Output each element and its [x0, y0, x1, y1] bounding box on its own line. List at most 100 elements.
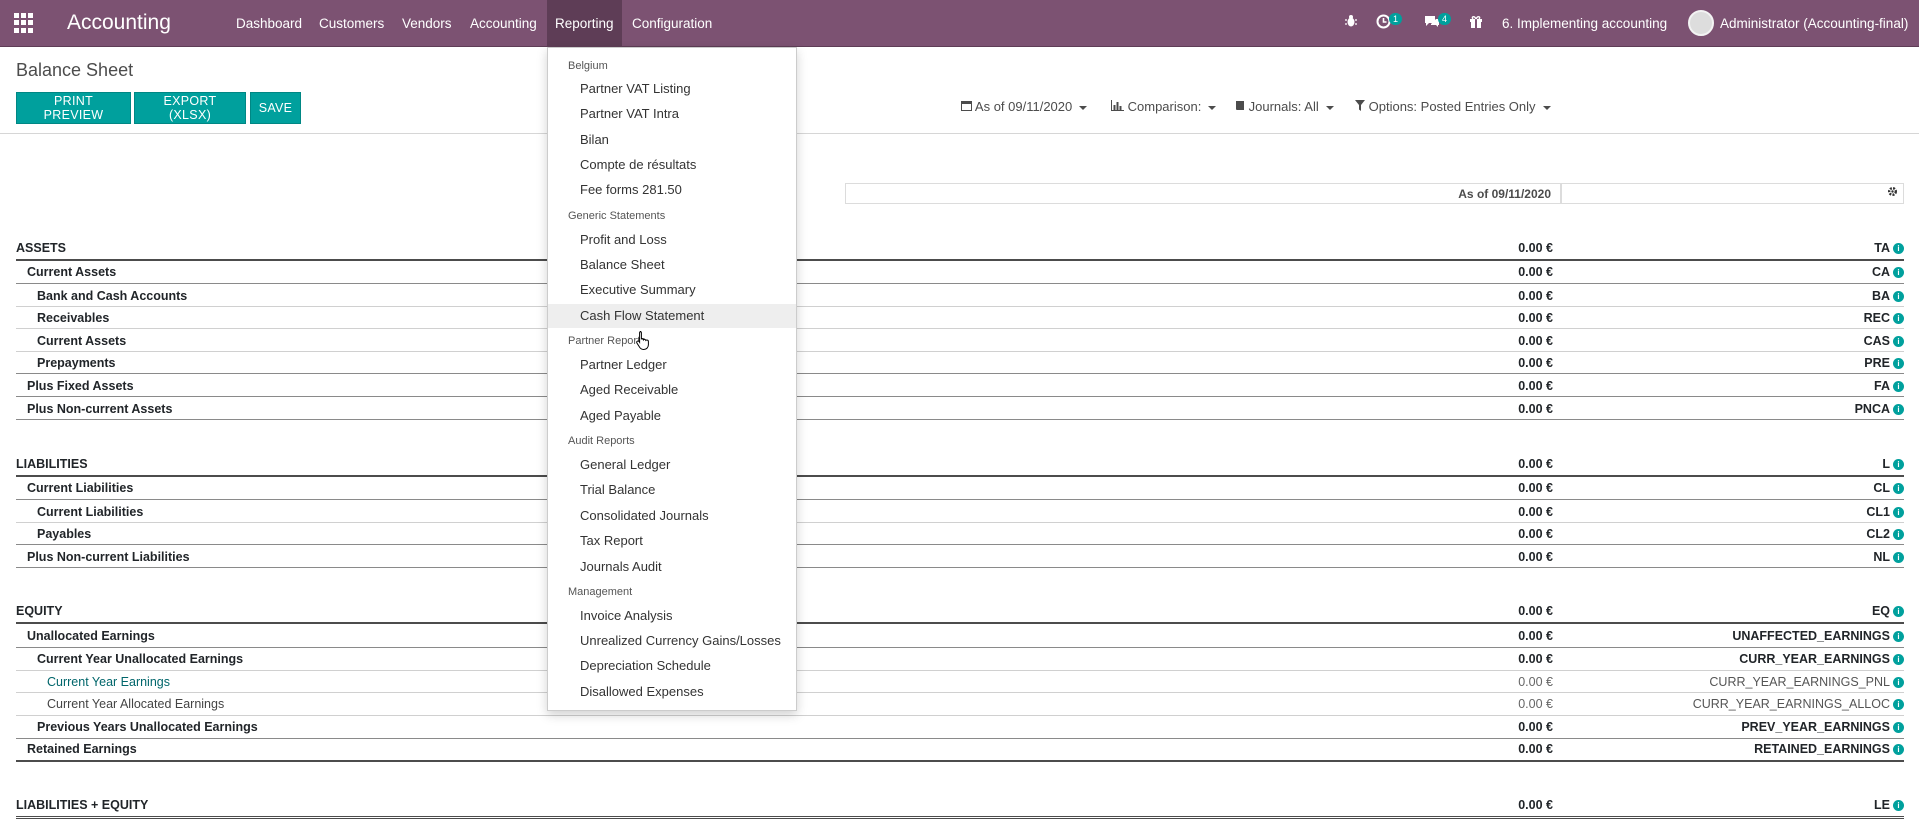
dropdown-item[interactable]: Fee forms 281.50 — [548, 178, 796, 202]
row-divider — [16, 351, 1904, 352]
user-menu[interactable]: Administrator (Accounting-final) — [1720, 16, 1908, 31]
dropdown-item[interactable]: Profit and Loss — [548, 228, 796, 252]
row-label: Current Assets — [37, 334, 127, 348]
info-icon[interactable]: i — [1893, 699, 1904, 711]
options-filter[interactable]: Options: Posted Entries Only — [1355, 99, 1551, 114]
company-switcher[interactable]: 6. Implementing accounting — [1502, 16, 1667, 31]
info-icon[interactable]: i — [1893, 358, 1904, 370]
dropdown-section-header: Audit Reports — [568, 435, 635, 447]
dropdown-item[interactable]: Aged Payable — [548, 404, 796, 428]
row-amount: 0.00 € — [1518, 652, 1553, 666]
row-label: Receivables — [37, 311, 110, 325]
user-avatar[interactable] — [1688, 10, 1714, 36]
info-icon[interactable]: i — [1893, 381, 1904, 393]
row-amount: 0.00 € — [1518, 604, 1553, 618]
dropdown-item[interactable]: Bilan — [548, 128, 796, 152]
info-icon[interactable]: i — [1893, 507, 1904, 519]
menu-vendors[interactable]: Vendors — [394, 0, 460, 47]
activity-count-badge: 1 — [1389, 13, 1403, 25]
row-label-link[interactable]: Current Year Earnings — [47, 675, 170, 689]
info-icon[interactable]: i — [1893, 744, 1904, 756]
dropdown-item[interactable]: Journals Audit — [548, 555, 796, 579]
bar-chart-icon — [1111, 99, 1128, 114]
date-filter[interactable]: As of 09/11/2020 — [961, 99, 1088, 114]
row-label: Plus Non-current Liabilities — [27, 550, 190, 564]
dropdown-item[interactable]: Compte de résultats — [548, 153, 796, 177]
row-label: EQUITY — [16, 604, 63, 618]
row-divider — [16, 567, 1904, 568]
gift-icon[interactable] — [1469, 14, 1483, 32]
row-label: Current Year Allocated Earnings — [47, 697, 225, 711]
info-icon[interactable]: i — [1893, 606, 1904, 618]
row-code: CURR_YEAR_EARNINGS_ALLOC i — [1693, 697, 1904, 711]
apps-menu-icon[interactable] — [14, 13, 34, 33]
info-icon[interactable]: i — [1893, 722, 1904, 734]
row-amount: 0.00 € — [1518, 697, 1553, 711]
info-icon[interactable]: i — [1893, 529, 1904, 541]
row-divider — [16, 373, 1904, 374]
save-button[interactable]: SAVE — [250, 92, 301, 124]
debug-bug-icon[interactable] — [1344, 14, 1358, 32]
dropdown-item[interactable]: Trial Balance — [548, 478, 796, 502]
menu-reporting[interactable]: Reporting — [547, 0, 622, 47]
menu-accounting[interactable]: Accounting — [462, 0, 545, 47]
journals-filter[interactable]: Journals: All — [1235, 99, 1334, 114]
dropdown-item[interactable]: Invoice Analysis — [548, 604, 796, 628]
menu-customers[interactable]: Customers — [311, 0, 392, 47]
dropdown-section-header: Generic Statements — [568, 210, 666, 222]
dropdown-item[interactable]: Disallowed Expenses — [548, 680, 796, 704]
info-icon[interactable]: i — [1893, 677, 1904, 689]
row-label: Prepayments — [37, 356, 116, 370]
dropdown-item[interactable]: Partner VAT Listing — [548, 77, 796, 101]
info-icon[interactable]: i — [1893, 404, 1904, 416]
info-icon[interactable]: i — [1893, 654, 1904, 666]
dropdown-section-header: Management — [568, 586, 633, 598]
section-divider — [16, 622, 1904, 624]
row-code: CURR_YEAR_EARNINGS i — [1739, 652, 1904, 666]
settings-gear-icon[interactable] — [1887, 186, 1898, 200]
row-amount: 0.00 € — [1518, 720, 1553, 734]
row-code: NL i — [1873, 550, 1904, 564]
dropdown-item[interactable]: Partner VAT Intra — [548, 102, 796, 126]
info-icon[interactable]: i — [1893, 483, 1904, 495]
row-label: Current Liabilities — [27, 481, 134, 495]
dropdown-item[interactable]: Consolidated Journals — [548, 504, 796, 528]
dropdown-item[interactable]: Balance Sheet — [548, 253, 796, 277]
total-double-divider — [16, 816, 1904, 819]
row-code: PNCA i — [1855, 402, 1904, 416]
info-icon[interactable]: i — [1893, 291, 1904, 303]
column-header-settings[interactable] — [1561, 183, 1904, 204]
dropdown-item[interactable]: Unrealized Currency Gains/Losses — [548, 629, 796, 653]
export-xlsx-button[interactable]: EXPORT (XLSX) — [134, 92, 246, 124]
row-amount: 0.00 € — [1518, 527, 1553, 541]
info-icon[interactable]: i — [1893, 313, 1904, 325]
print-preview-button[interactable]: PRINT PREVIEW — [16, 92, 131, 124]
dropdown-item[interactable]: Depreciation Schedule — [548, 654, 796, 678]
row-amount: 0.00 € — [1518, 481, 1553, 495]
dropdown-item-hovered[interactable]: Cash Flow Statement — [548, 304, 796, 328]
menu-configuration[interactable]: Configuration — [624, 0, 720, 47]
dropdown-item[interactable]: Partner Ledger — [548, 353, 796, 377]
row-divider — [16, 328, 1904, 329]
info-icon[interactable]: i — [1893, 631, 1904, 643]
info-icon[interactable]: i — [1893, 459, 1904, 471]
info-icon[interactable]: i — [1893, 552, 1904, 564]
menu-dashboard[interactable]: Dashboard — [228, 0, 310, 47]
info-icon[interactable]: i — [1893, 243, 1904, 255]
app-brand[interactable]: Accounting — [67, 11, 171, 35]
info-icon[interactable]: i — [1893, 267, 1904, 279]
row-code: REC i — [1864, 311, 1904, 325]
dropdown-item[interactable]: General Ledger — [548, 453, 796, 477]
info-icon[interactable]: i — [1893, 800, 1904, 812]
dropdown-item[interactable]: Executive Summary — [548, 278, 796, 302]
filter-funnel-icon — [1355, 99, 1369, 114]
dropdown-item[interactable]: Aged Receivable — [548, 378, 796, 402]
row-code: CAS i — [1864, 334, 1904, 348]
row-label: Plus Fixed Assets — [27, 379, 134, 393]
row-amount: 0.00 € — [1518, 265, 1553, 279]
info-icon[interactable]: i — [1893, 336, 1904, 348]
row-amount: 0.00 € — [1518, 311, 1553, 325]
dropdown-item[interactable]: Tax Report — [548, 529, 796, 553]
comparison-filter[interactable]: Comparison: — [1111, 99, 1217, 114]
row-divider — [16, 396, 1904, 397]
